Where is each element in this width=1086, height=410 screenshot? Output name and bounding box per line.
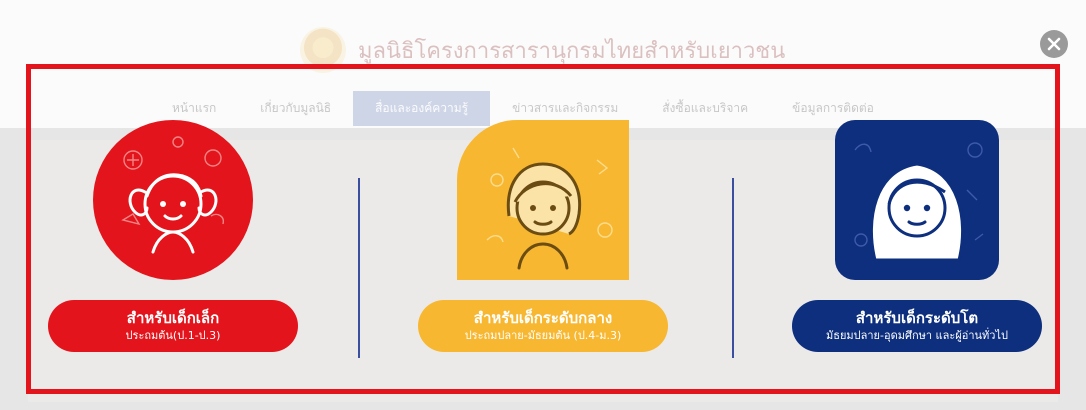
card-middle-children[interactable]: สำหรับเด็กระดับกลาง ประถมปลาย-มัธยมต้น (…: [418, 120, 668, 352]
card-older-children-title: สำหรับเด็กระดับโต: [855, 309, 979, 327]
card-older-children-button[interactable]: สำหรับเด็กระดับโต มัธยมปลาย-อุดมศึกษา แล…: [792, 300, 1042, 352]
child-girl-bob-icon[interactable]: [457, 120, 629, 280]
child-girl-pigtails-icon[interactable]: [93, 120, 253, 280]
card-middle-children-title: สำหรับเด็กระดับกลาง: [473, 309, 613, 327]
card-young-children[interactable]: สำหรับเด็กเล็ก ประถมต้น(ป.1-ป.3): [48, 120, 298, 352]
card-young-children-subtitle: ประถมต้น(ป.1-ป.3): [125, 329, 221, 342]
site-title: มูลนิธิโครงการสารานุกรมไทยสำหรับเยาวชน: [358, 38, 786, 64]
close-button[interactable]: [1040, 30, 1068, 58]
card-older-children[interactable]: สำหรับเด็กระดับโต มัธยมปลาย-อุดมศึกษา แล…: [792, 120, 1042, 352]
card-older-children-subtitle: มัธยมปลาย-อุดมศึกษา และผู้อ่านทั่วไป: [826, 329, 1008, 342]
divider-right: [732, 178, 734, 358]
card-young-children-title: สำหรับเด็กเล็ก: [126, 309, 220, 327]
divider-left: [358, 178, 360, 358]
card-young-children-button[interactable]: สำหรับเด็กเล็ก ประถมต้น(ป.1-ป.3): [48, 300, 298, 352]
teen-girl-long-hair-icon[interactable]: [835, 120, 999, 280]
card-middle-children-subtitle: ประถมปลาย-มัธยมต้น (ป.4-ม.3): [464, 329, 622, 342]
card-middle-children-button[interactable]: สำหรับเด็กระดับกลาง ประถมปลาย-มัธยมต้น (…: [418, 300, 668, 352]
close-icon: [1047, 37, 1061, 51]
